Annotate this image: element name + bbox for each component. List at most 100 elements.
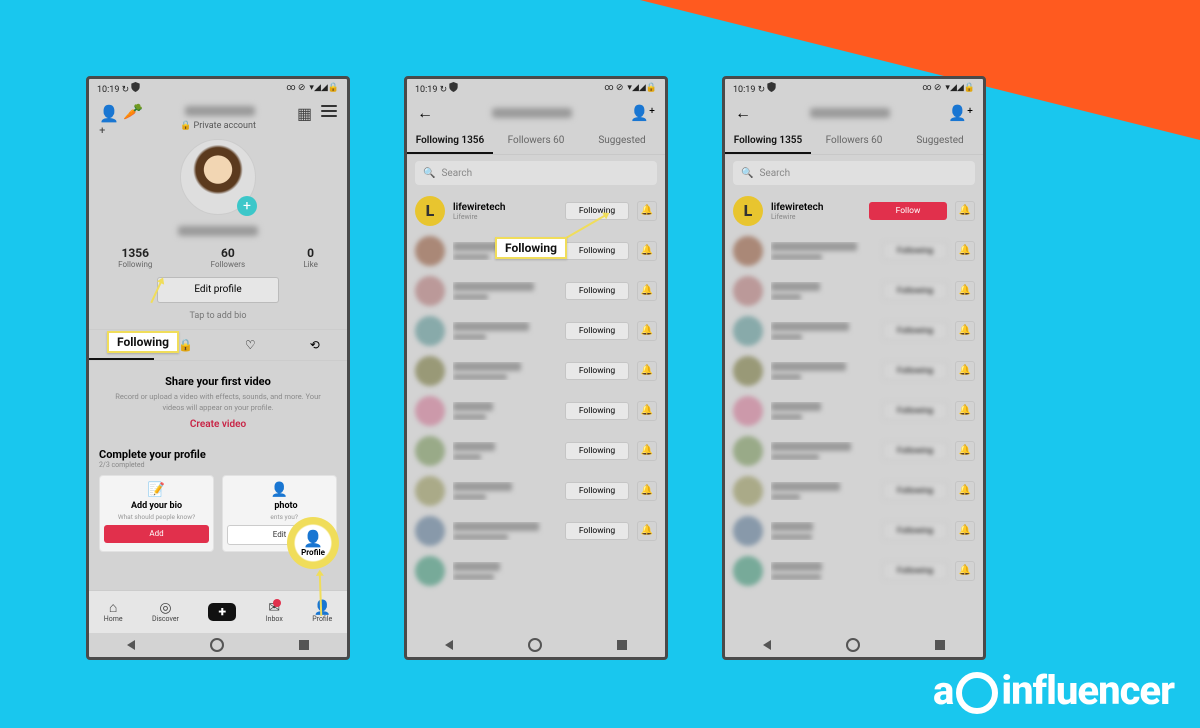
bell-icon[interactable]: 🔔 <box>637 241 657 261</box>
tab-followers[interactable]: Followers 60 <box>811 129 897 154</box>
calendar-icon[interactable]: ▦ <box>297 104 311 118</box>
add-bio-button[interactable]: Add <box>104 525 209 543</box>
list-item[interactable]: Following 🔔 <box>407 391 665 431</box>
add-story-icon[interactable]: + <box>237 196 257 216</box>
following-button[interactable]: Following <box>883 242 947 260</box>
list-item[interactable]: Following 🔔 <box>407 311 665 351</box>
home-circle-icon[interactable] <box>210 638 224 652</box>
search-input[interactable]: 🔍Search <box>733 161 975 185</box>
following-button[interactable]: Following <box>565 282 629 300</box>
list-item[interactable]: LlifewiretechLifewireFollowing🔔 <box>407 191 665 231</box>
tab-repost-icon[interactable]: ⟲ <box>283 330 348 360</box>
list-item[interactable]: Following 🔔 <box>407 431 665 471</box>
bell-icon[interactable]: 🔔 <box>955 521 975 541</box>
bell-icon[interactable]: 🔔 <box>637 441 657 461</box>
recents-icon[interactable] <box>299 640 309 650</box>
back-icon[interactable] <box>445 640 453 650</box>
bell-icon[interactable]: 🔔 <box>955 201 975 221</box>
following-button[interactable]: Following <box>565 402 629 420</box>
bell-icon[interactable]: 🔔 <box>637 521 657 541</box>
add-friend-icon[interactable]: 👤⁺ <box>630 104 655 122</box>
avatar[interactable]: + <box>180 139 256 215</box>
add-bio-link[interactable]: Tap to add bio <box>89 311 347 321</box>
bell-icon[interactable]: 🔔 <box>955 281 975 301</box>
bell-icon[interactable]: 🔔 <box>955 481 975 501</box>
following-button[interactable]: Following <box>883 402 947 420</box>
list-item[interactable]: Following 🔔 <box>725 271 983 311</box>
bell-icon[interactable]: 🔔 <box>955 241 975 261</box>
list-item[interactable]: Following 🔔 <box>725 551 983 591</box>
nav-post[interactable]: + <box>208 603 236 621</box>
following-button[interactable]: Following <box>565 242 629 260</box>
tab-followers[interactable]: Followers 60 <box>493 129 579 154</box>
nav-profile[interactable]: 👤Profile <box>312 601 332 623</box>
bell-icon[interactable]: 🔔 <box>637 481 657 501</box>
edit-profile-button[interactable]: Edit profile <box>157 277 279 303</box>
home-circle-icon[interactable] <box>846 638 860 652</box>
list-item[interactable]: Following 🔔 <box>725 391 983 431</box>
list-item[interactable]: Following 🔔 <box>407 351 665 391</box>
list-item[interactable]: Following 🔔 <box>725 511 983 551</box>
back-arrow-icon[interactable]: ← <box>735 103 751 123</box>
bell-icon[interactable]: 🔔 <box>955 321 975 341</box>
avatar <box>415 356 445 386</box>
following-button[interactable]: Following <box>883 562 947 580</box>
following-button[interactable]: Following <box>883 362 947 380</box>
list-item[interactable]: Following 🔔 <box>725 431 983 471</box>
recents-icon[interactable] <box>935 640 945 650</box>
tab-following[interactable]: Following 1355 <box>725 129 811 154</box>
list-item[interactable]: Following 🔔 <box>725 471 983 511</box>
back-icon[interactable] <box>763 640 771 650</box>
bell-icon[interactable]: 🔔 <box>955 401 975 421</box>
stat-followers[interactable]: 60Followers <box>211 246 245 269</box>
stat-following[interactable]: 1356Following <box>118 246 152 269</box>
tab-following[interactable]: Following 1356 <box>407 129 493 154</box>
list-item[interactable]: Following 🔔 <box>407 271 665 311</box>
android-nav <box>407 633 665 657</box>
tab-suggested[interactable]: Suggested <box>897 129 983 154</box>
following-button[interactable]: Following <box>565 442 629 460</box>
following-button[interactable]: Following <box>565 362 629 380</box>
back-icon[interactable] <box>127 640 135 650</box>
bell-icon[interactable]: 🔔 <box>955 361 975 381</box>
list-item[interactable]: Following 🔔 <box>725 231 983 271</box>
bell-icon[interactable]: 🔔 <box>955 561 975 581</box>
search-input[interactable]: 🔍Search <box>415 161 657 185</box>
avatar <box>733 556 763 586</box>
nav-inbox[interactable]: ✉Inbox <box>266 601 283 623</box>
stat-likes[interactable]: 0Like <box>303 246 317 269</box>
following-button[interactable]: Following <box>565 482 629 500</box>
bell-icon[interactable]: 🔔 <box>637 321 657 341</box>
following-button[interactable]: Following <box>883 522 947 540</box>
list-item[interactable]: Following 🔔 <box>407 471 665 511</box>
tab-saved-icon[interactable]: ♡ <box>218 330 283 360</box>
nav-home[interactable]: ⌂Home <box>104 601 123 623</box>
bell-icon[interactable]: 🔔 <box>637 201 657 221</box>
add-friend-icon[interactable]: 👤⁺ <box>948 104 973 122</box>
list-item[interactable] <box>407 551 665 591</box>
list-item[interactable]: Following 🔔 <box>725 351 983 391</box>
list-item[interactable]: Following 🔔 <box>725 311 983 351</box>
list-item[interactable]: LlifewiretechLifewireFollow🔔 <box>725 191 983 231</box>
following-button[interactable]: Following <box>565 522 629 540</box>
following-button[interactable]: Following <box>883 282 947 300</box>
nav-discover[interactable]: ◎Discover <box>152 601 179 623</box>
bell-icon[interactable]: 🔔 <box>637 401 657 421</box>
following-button[interactable]: Following <box>565 202 629 220</box>
create-video-link[interactable]: Create video <box>109 419 327 430</box>
recents-icon[interactable] <box>617 640 627 650</box>
bell-icon[interactable]: 🔔 <box>637 281 657 301</box>
add-friend-icon[interactable]: 👤⁺ <box>99 104 113 118</box>
follow-button[interactable]: Follow <box>869 202 947 220</box>
bell-icon[interactable]: 🔔 <box>955 441 975 461</box>
following-button[interactable]: Following <box>565 322 629 340</box>
tab-suggested[interactable]: Suggested <box>579 129 665 154</box>
bell-icon[interactable]: 🔔 <box>637 361 657 381</box>
following-button[interactable]: Following <box>883 442 947 460</box>
list-item[interactable]: Following 🔔 <box>407 511 665 551</box>
following-button[interactable]: Following <box>883 482 947 500</box>
following-button[interactable]: Following <box>883 322 947 340</box>
back-arrow-icon[interactable]: ← <box>417 103 433 123</box>
home-circle-icon[interactable] <box>528 638 542 652</box>
menu-icon[interactable] <box>321 105 337 117</box>
